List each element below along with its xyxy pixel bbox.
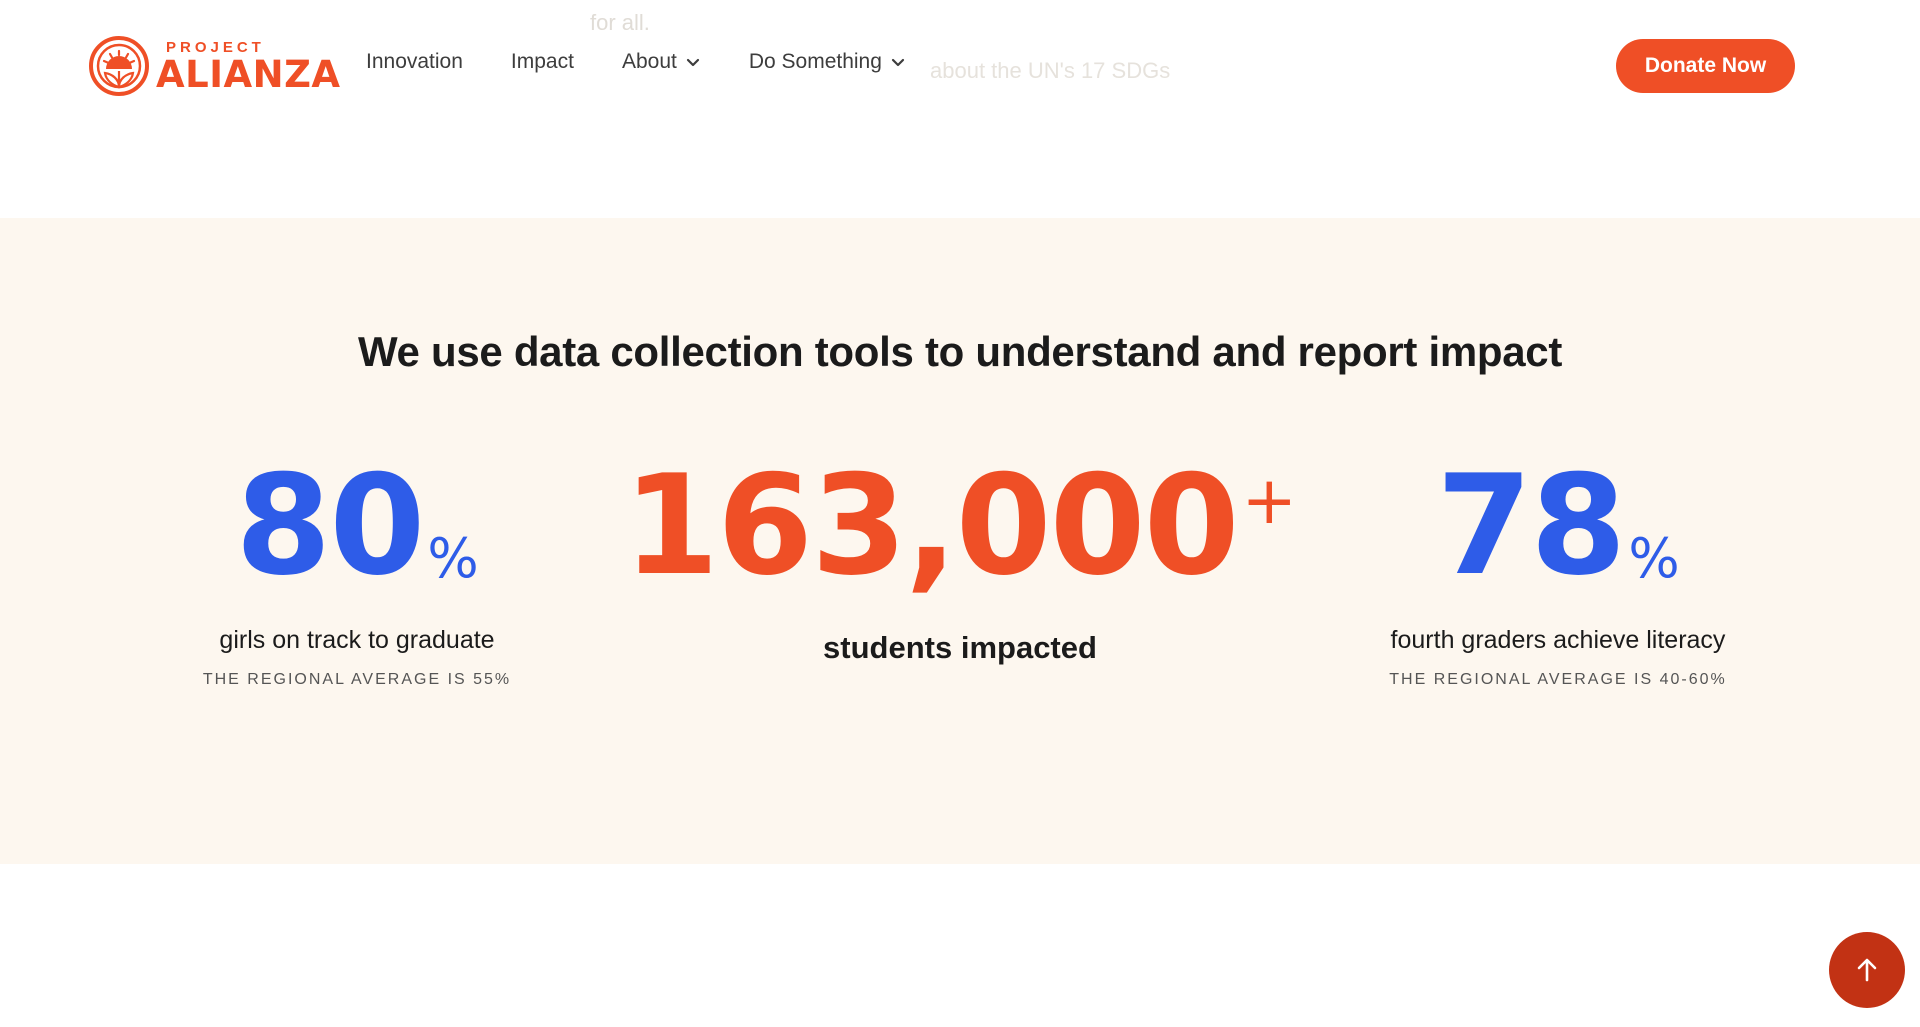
stat-label: fourth graders achieve literacy	[1390, 626, 1726, 654]
nav-item-about[interactable]: About	[622, 50, 701, 74]
logo[interactable]: PROJECT ALIANZA	[88, 34, 341, 98]
stat-subtext: THE REGIONAL AVERAGE IS 55%	[202, 671, 512, 688]
impact-stats-section: We use data collection tools to understa…	[0, 218, 1920, 864]
stat-value: 80	[235, 445, 425, 606]
nav-item-label: Impact	[510, 50, 574, 73]
stat-value: 163,000	[623, 445, 1240, 606]
main-nav: Innovation Impact About Do Something	[366, 50, 954, 74]
stat-number-row: 163,000 +	[623, 456, 1297, 596]
nav-item-innovation[interactable]: Innovation	[366, 50, 463, 74]
logo-wordmark: PROJECT ALIANZA	[156, 40, 341, 93]
stat-subtext: THE REGIONAL AVERAGE IS 40-60%	[1389, 671, 1727, 688]
site-header: PROJECT ALIANZA Innovation Impact About …	[0, 0, 1920, 132]
chevron-down-icon	[686, 58, 699, 67]
alianza-sun-logo-icon	[89, 36, 149, 96]
page: for all. about the UN's 17 SDGs PROJECT …	[0, 0, 1920, 1027]
donate-now-button[interactable]: Donate Now	[1616, 39, 1795, 93]
stat-label: girls on track to graduate	[219, 626, 495, 654]
stat-girls-on-track: 80 % girls on track to graduate THE REGI…	[77, 456, 637, 689]
nav-item-label: Innovation	[366, 50, 463, 73]
stat-label: students impacted	[823, 630, 1097, 665]
stat-fourth-grade-literacy: 78 % fourth graders achieve literacy THE…	[1278, 456, 1838, 689]
stat-value: 78	[1436, 445, 1626, 606]
stat-unit: %	[427, 527, 479, 590]
stat-number-row: 78 %	[1278, 456, 1838, 596]
nav-item-label: About	[621, 50, 677, 73]
arrow-up-icon	[1857, 958, 1877, 982]
logo-big-text: ALIANZA	[156, 52, 341, 96]
stat-unit: %	[1628, 527, 1680, 590]
nav-item-impact[interactable]: Impact	[511, 50, 574, 74]
nav-item-do-something[interactable]: Do Something	[749, 50, 906, 74]
scroll-to-top-button[interactable]	[1829, 932, 1905, 1008]
nav-item-label: Do Something	[748, 50, 882, 73]
chevron-down-icon	[891, 58, 905, 67]
stat-number-row: 80 %	[77, 456, 637, 596]
section-title: We use data collection tools to understa…	[357, 328, 1563, 375]
stat-students-impacted: 163,000 + students impacted	[623, 456, 1297, 666]
